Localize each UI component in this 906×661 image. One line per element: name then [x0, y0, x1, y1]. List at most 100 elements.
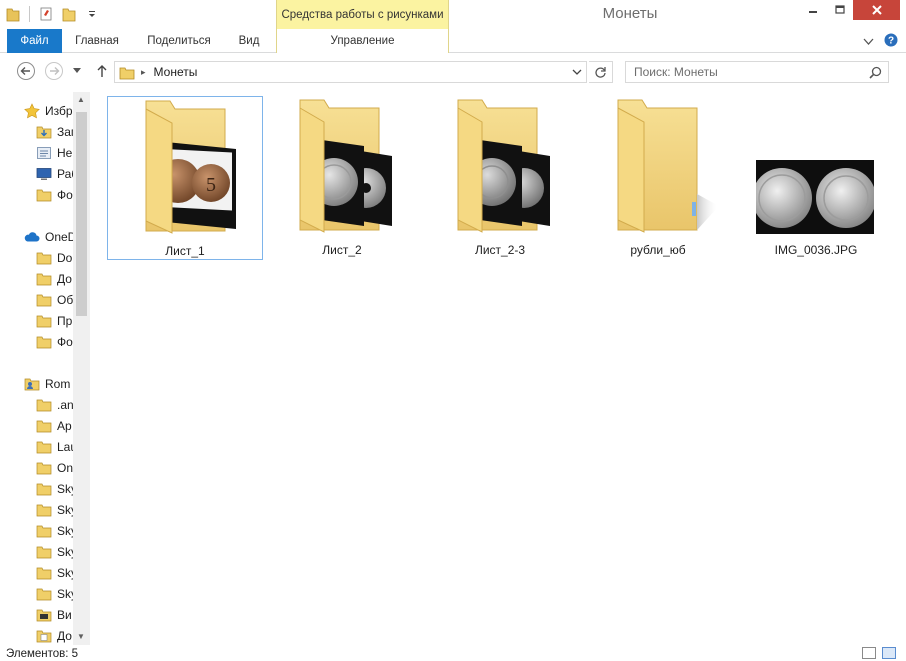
sidebar-item-label: Sky — [57, 544, 73, 559]
folder-icon — [36, 586, 52, 602]
scrollbar-thumb[interactable] — [76, 112, 87, 316]
tab-home[interactable]: Главная — [66, 29, 128, 53]
expand-ribbon-icon[interactable] — [863, 35, 874, 49]
sidebar-item[interactable]: Ви — [0, 604, 73, 625]
sidebar-item[interactable]: До — [0, 268, 73, 289]
minimize-button[interactable] — [800, 0, 826, 20]
sidebar-item[interactable]: Sky — [0, 541, 73, 562]
sidebar-item-label: Do — [57, 250, 73, 265]
close-button[interactable] — [853, 0, 900, 20]
details-view-icon[interactable] — [862, 647, 876, 659]
sidebar-item[interactable]: Sky — [0, 562, 73, 583]
sidebar-item-label: Раб — [57, 166, 73, 181]
address-bar[interactable]: ▸ Монеты — [114, 61, 587, 83]
back-button[interactable] — [16, 61, 36, 81]
file-tile[interactable]: IMG_0036.JPG — [738, 96, 894, 260]
refresh-button[interactable] — [589, 61, 613, 83]
properties-icon[interactable] — [37, 5, 55, 23]
folder-with-photos-icon — [457, 99, 550, 233]
sidebar-item[interactable]: Фо — [0, 184, 73, 205]
search-placeholder: Поиск: Монеты — [634, 65, 718, 79]
sidebar-item-label: Sky — [57, 481, 73, 496]
sidebar-item[interactable]: Sky — [0, 478, 73, 499]
video-folder-icon — [36, 607, 52, 623]
breadcrumb-separator-icon[interactable]: ▸ — [141, 67, 146, 78]
file-tile[interactable]: 5 Лист_1 — [107, 96, 263, 260]
sidebar-item[interactable]: Sky — [0, 583, 73, 604]
sidebar-item[interactable]: Фо — [0, 331, 73, 352]
file-tile[interactable]: Лист_2-3 — [422, 96, 578, 260]
sidebar-item[interactable]: Не — [0, 142, 73, 163]
sidebar-item[interactable]: OneD — [0, 226, 73, 247]
folder-icon — [36, 565, 52, 581]
refresh-icon — [595, 66, 606, 78]
breadcrumb[interactable]: Монеты — [154, 65, 198, 79]
minimize-icon — [809, 11, 817, 13]
sidebar-item-label: Sky — [57, 586, 73, 601]
folder-icon — [36, 523, 52, 539]
up-button[interactable] — [92, 61, 112, 81]
sidebar-item[interactable]: Do — [0, 247, 73, 268]
folder-with-photo-icon: 5 — [145, 100, 236, 234]
title-bar: Средства работы с рисунками Монеты — [0, 0, 906, 29]
window-title: Монеты — [602, 5, 658, 22]
recent-locations-button[interactable] — [70, 61, 84, 81]
folder-icon — [36, 187, 52, 203]
recent-places-icon — [36, 145, 52, 161]
file-list: 5 Лист_1 Лист_2 Лист_2-3 рубли_юб IMG_00… — [92, 92, 906, 645]
sidebar-item[interactable]: Раб — [0, 163, 73, 184]
sidebar-item-label: Sky — [57, 502, 73, 517]
sidebar-item[interactable]: .an — [0, 394, 73, 415]
sidebar-item[interactable]: Sky — [0, 520, 73, 541]
folder-icon — [36, 313, 52, 329]
address-dropdown-icon[interactable] — [571, 65, 583, 82]
sidebar-item[interactable]: Избр — [0, 100, 73, 121]
folder-icon — [36, 271, 52, 287]
sidebar-item-label: Об — [57, 292, 73, 307]
sidebar-item[interactable]: Пр — [0, 310, 73, 331]
folder-icon — [36, 334, 52, 350]
search-icon[interactable] — [869, 66, 882, 82]
file-tile[interactable]: Лист_2 — [264, 96, 420, 260]
tab-file[interactable]: Файл — [7, 29, 62, 53]
file-tile[interactable]: рубли_юб — [580, 96, 736, 260]
folder-icon[interactable] — [4, 5, 22, 23]
quick-access-toolbar — [4, 4, 101, 24]
forward-button[interactable] — [44, 61, 64, 81]
help-icon[interactable]: ? — [884, 33, 898, 50]
downloads-icon — [36, 124, 52, 140]
forward-arrow-icon — [45, 62, 63, 80]
folder-icon — [36, 460, 52, 476]
folder-icon — [36, 397, 52, 413]
maximize-button[interactable] — [827, 0, 853, 20]
sidebar-item[interactable]: Заг — [0, 121, 73, 142]
sidebar-item[interactable]: Lau — [0, 436, 73, 457]
tab-view[interactable]: Вид — [228, 29, 270, 53]
file-name: Лист_2 — [322, 243, 362, 257]
chevron-down-icon — [73, 68, 81, 73]
search-input[interactable]: Поиск: Монеты — [625, 61, 889, 83]
large-icons-view-icon[interactable] — [882, 647, 896, 659]
tab-manage[interactable]: Управление — [276, 29, 449, 53]
sidebar-item-label: Заг — [57, 124, 73, 139]
onedrive-icon — [24, 229, 40, 245]
sidebar-item[interactable]: Sky — [0, 499, 73, 520]
file-name: рубли_юб — [630, 243, 686, 257]
navigation-bar: ▸ Монеты Поиск: Монеты — [0, 54, 906, 88]
sidebar-item[interactable]: Ар — [0, 415, 73, 436]
sidebar-item[interactable]: Rom — [0, 373, 73, 394]
navigation-scrollbar[interactable]: ▲ ▼ — [73, 92, 90, 645]
sidebar-item[interactable]: On — [0, 457, 73, 478]
sidebar-item-label: Фо — [57, 187, 73, 202]
sidebar-item[interactable]: До — [0, 625, 73, 645]
sidebar-item[interactable]: Об — [0, 289, 73, 310]
new-folder-icon[interactable] — [60, 5, 78, 23]
tab-share[interactable]: Поделиться — [138, 29, 220, 53]
desktop-icon — [36, 166, 52, 182]
user-folder-icon — [24, 376, 40, 392]
customize-toolbar-icon[interactable] — [83, 5, 101, 23]
view-switcher — [862, 647, 896, 659]
scroll-up-icon[interactable]: ▲ — [77, 95, 85, 104]
scroll-down-icon[interactable]: ▼ — [77, 632, 85, 641]
ribbon-tab-bar: Файл Главная Поделиться Вид Управление ? — [0, 29, 906, 53]
